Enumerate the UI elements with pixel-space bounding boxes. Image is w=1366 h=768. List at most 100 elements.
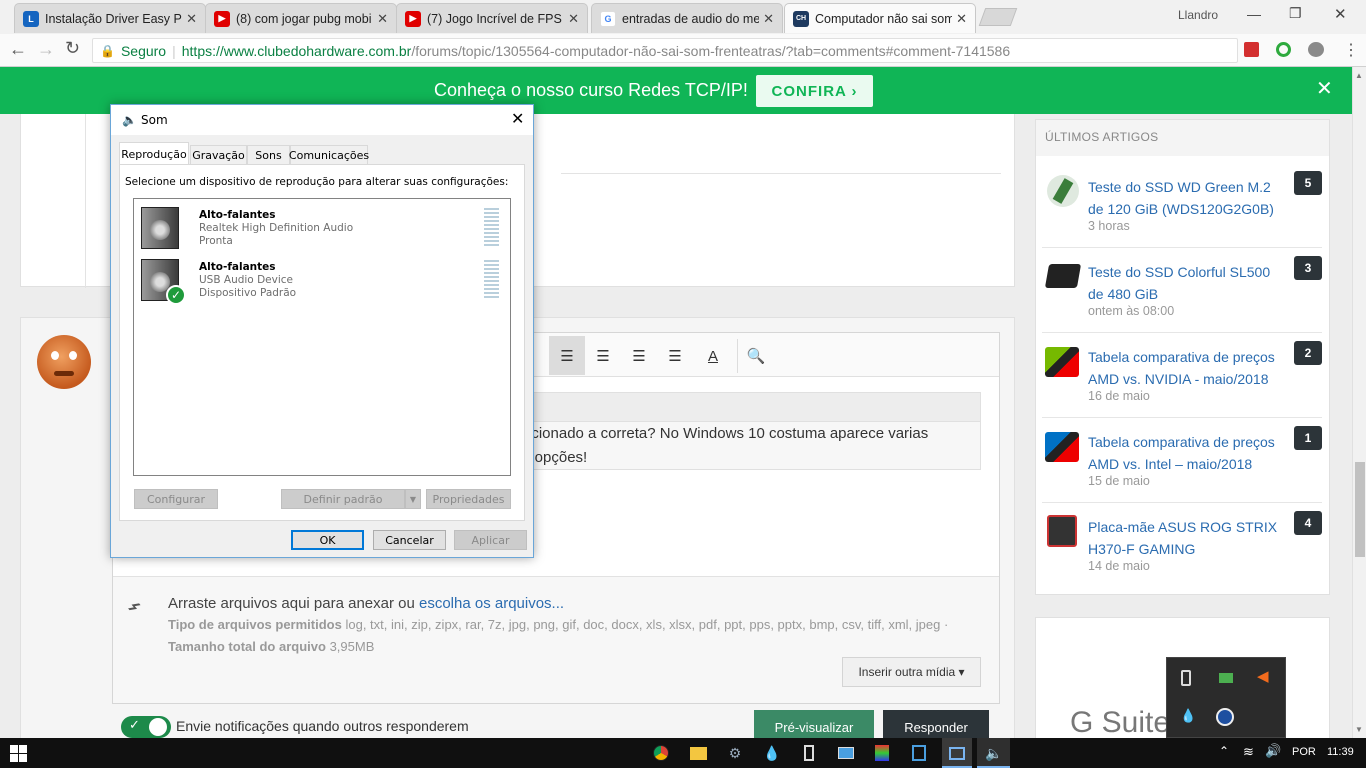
- article-title[interactable]: Placa-mãe ASUS ROG STRIX H370-F GAMING: [1088, 516, 1277, 560]
- browser-tab[interactable]: ▶ (7) Jogo Incrível de FPS d ✕: [396, 3, 588, 33]
- secure-label: Seguro: [120, 42, 167, 59]
- language-indicator[interactable]: POR: [1292, 746, 1316, 758]
- usb-drive-icon[interactable]: [1181, 670, 1191, 686]
- droplet-taskbar-icon[interactable]: 💧: [762, 743, 782, 763]
- align-justify-icon[interactable]: ☰: [660, 341, 690, 371]
- lock-icon: 🔒: [100, 43, 115, 58]
- article-item[interactable]: Teste do SSD Colorful SL500 de 480 GiB on…: [1042, 248, 1322, 333]
- chrome-icon[interactable]: [651, 743, 671, 763]
- browser-tab-active[interactable]: CH Computador não sai som ✕: [784, 3, 976, 33]
- droplet-icon[interactable]: 💧: [1180, 708, 1196, 724]
- tab-comunicacoes[interactable]: Comunicações: [289, 145, 369, 165]
- tab-gravacao[interactable]: Gravação: [190, 145, 247, 165]
- tab-reproducao[interactable]: Reprodução: [119, 142, 189, 165]
- wifi-icon[interactable]: ≋: [1243, 744, 1254, 760]
- set-default-dropdown-icon[interactable]: ▼: [405, 489, 421, 509]
- nvidia-icon[interactable]: [1219, 673, 1233, 683]
- notify-toggle[interactable]: ✓: [121, 716, 171, 738]
- forward-icon[interactable]: →: [37, 39, 55, 60]
- align-center-icon[interactable]: ☰: [588, 341, 618, 371]
- close-icon[interactable]: ✕: [377, 11, 388, 27]
- tab-sons[interactable]: Sons: [247, 145, 290, 165]
- configure-button[interactable]: Configurar: [134, 489, 218, 509]
- device-name: Alto-falantes: [199, 261, 276, 273]
- usb-taskbar-icon[interactable]: [799, 743, 819, 763]
- new-tab-button[interactable]: [978, 8, 1018, 26]
- cancel-button[interactable]: Cancelar: [373, 530, 446, 550]
- menu-icon[interactable]: ⋮: [1343, 40, 1359, 60]
- restore-icon[interactable]: ❐: [1289, 5, 1302, 22]
- extension-icon[interactable]: [1276, 42, 1291, 57]
- ok-button[interactable]: OK: [291, 530, 364, 550]
- insert-media-button[interactable]: Inserir outra mídia ▾: [842, 657, 981, 687]
- article-item[interactable]: Teste do SSD WD Green M.2 de 120 GiB (WDS…: [1042, 163, 1322, 248]
- article-title[interactable]: Tabela comparativa de preços AMD vs. NVID…: [1088, 346, 1275, 390]
- banner-close-icon[interactable]: ✕: [1316, 76, 1333, 101]
- minimize-icon[interactable]: —: [1247, 6, 1261, 22]
- windows-start-icon[interactable]: [10, 745, 27, 762]
- window-close-icon[interactable]: ✕: [1334, 5, 1347, 23]
- confira-button[interactable]: CONFIRA ›: [756, 75, 873, 107]
- sound-dialog: 🔈 Som ✕ Reprodução Gravação Sons Comunic…: [110, 104, 534, 558]
- tab-title: (7) Jogo Incrível de FPS d: [427, 11, 565, 26]
- audio-manager-icon[interactable]: ◀: [1257, 667, 1269, 685]
- article-time: 16 de maio: [1088, 389, 1150, 403]
- set-default-button[interactable]: Definir padrão: [281, 489, 405, 509]
- properties-button[interactable]: Propriedades: [426, 489, 511, 509]
- back-icon[interactable]: ←: [9, 39, 27, 60]
- close-icon[interactable]: ✕: [763, 11, 774, 27]
- app-taskbar-icon[interactable]: [909, 743, 929, 763]
- device-item-default[interactable]: ✓ Alto-falantes USB Audio Device Disposi…: [141, 257, 481, 305]
- tab-title: Instalação Driver Easy PR: [45, 11, 183, 26]
- comment-count-badge: 5: [1294, 171, 1322, 195]
- article-title[interactable]: Teste do SSD WD Green M.2 de 120 GiB (WDS…: [1088, 176, 1274, 220]
- chevron-up-icon[interactable]: ⌃: [1219, 744, 1229, 758]
- choose-files-link[interactable]: escolha os arquivos...: [419, 595, 564, 612]
- page-scrollbar[interactable]: ▲ ▼: [1352, 67, 1366, 738]
- article-item[interactable]: Tabela comparativa de preços AMD vs. Inte…: [1042, 418, 1322, 503]
- comment-count-badge: 4: [1294, 511, 1322, 535]
- close-icon[interactable]: ✕: [568, 11, 579, 27]
- amd-nvidia-thumb: [1045, 347, 1079, 377]
- preview-doc-icon[interactable]: 🔍: [741, 341, 771, 371]
- ad-gsuite-logo[interactable]: G Suite: [1070, 706, 1170, 738]
- amd-intel-thumb: [1045, 432, 1079, 462]
- clock[interactable]: 11:39: [1327, 746, 1354, 758]
- ssd-colorful-thumb: [1044, 264, 1082, 288]
- extension-icon[interactable]: [1308, 42, 1324, 57]
- sound-dialog-taskbar-icon[interactable]: 🔈: [984, 743, 1004, 763]
- browser-tab[interactable]: ▶ (8) com jogar pubg mobi ✕: [205, 3, 397, 33]
- align-left-icon[interactable]: ☰: [552, 341, 582, 371]
- extension-icon[interactable]: [1244, 42, 1259, 57]
- youtube-icon: ▶: [405, 10, 421, 27]
- reload-icon[interactable]: ↻: [65, 38, 80, 59]
- font-color-icon[interactable]: A: [698, 341, 728, 371]
- profile-name[interactable]: Llandro: [1178, 8, 1218, 22]
- close-icon[interactable]: ✕: [956, 11, 967, 27]
- browser-tab[interactable]: G entradas de audio do me ✕: [591, 3, 783, 33]
- control-panel-icon[interactable]: [836, 743, 856, 763]
- address-bar[interactable]: 🔒 Seguro | https://www.clubedohardware.c…: [92, 38, 1238, 63]
- article-item[interactable]: Placa-mãe ASUS ROG STRIX H370-F GAMING 14…: [1042, 503, 1322, 588]
- device-driver: USB Audio Device: [199, 274, 293, 286]
- align-right-icon[interactable]: ☰: [624, 341, 654, 371]
- article-title[interactable]: Teste do SSD Colorful SL500 de 480 GiB: [1088, 261, 1270, 305]
- steam-icon[interactable]: [1216, 708, 1234, 726]
- device-status: Dispositivo Padrão: [199, 287, 297, 299]
- dialog-close-icon[interactable]: ✕: [511, 109, 524, 128]
- article-title[interactable]: Tabela comparativa de preços AMD vs. Inte…: [1088, 431, 1275, 475]
- device-item[interactable]: Alto-falantes Realtek High Definition Au…: [141, 205, 481, 251]
- close-icon[interactable]: ✕: [186, 11, 197, 27]
- reply-button[interactable]: Responder: [883, 710, 989, 738]
- colorful-app-icon[interactable]: [872, 743, 892, 763]
- file-explorer-icon[interactable]: [688, 743, 708, 763]
- article-item[interactable]: Tabela comparativa de preços AMD vs. NVID…: [1042, 333, 1322, 418]
- ssd-green-thumb: [1047, 175, 1079, 207]
- steam-taskbar-icon[interactable]: ⚙: [725, 743, 745, 763]
- volume-icon[interactable]: 🔊: [1265, 743, 1281, 759]
- preview-button[interactable]: Pré-visualizar: [754, 710, 874, 738]
- monitor-taskbar-icon[interactable]: [947, 743, 967, 763]
- apply-button[interactable]: Aplicar: [454, 530, 527, 550]
- scrollbar-thumb[interactable]: [1355, 462, 1365, 557]
- browser-tab[interactable]: L Instalação Driver Easy PR ✕: [14, 3, 206, 33]
